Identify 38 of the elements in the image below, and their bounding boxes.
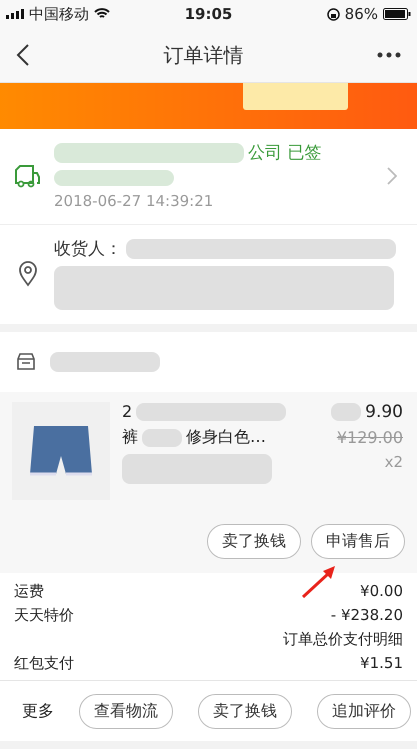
- fee-value: ¥1.51: [360, 653, 403, 674]
- fee-value: - ¥238.20: [330, 605, 403, 626]
- action-button[interactable]: 追加评价: [317, 694, 411, 728]
- annotation-arrow: [301, 565, 337, 599]
- back-icon[interactable]: [16, 43, 30, 67]
- wifi-icon: [94, 8, 110, 20]
- store-icon: [16, 353, 36, 371]
- more-icon[interactable]: [377, 52, 401, 58]
- action-button[interactable]: 查看物流: [79, 694, 173, 728]
- product-title: 裤: [122, 427, 138, 448]
- original-price: ¥129.00: [336, 428, 403, 447]
- clock-time: 19:05: [184, 5, 232, 23]
- more-link[interactable]: 更多: [22, 700, 54, 722]
- recipient-label: 收货人：: [54, 238, 122, 260]
- battery-percent: 86%: [344, 5, 378, 23]
- product-quantity: x2: [384, 453, 403, 471]
- signal-icon: [6, 9, 24, 19]
- action-button[interactable]: 申请售后: [311, 524, 405, 559]
- action-button[interactable]: 卖了换钱: [198, 694, 292, 728]
- product-title: 修身白色…: [186, 427, 266, 448]
- action-button[interactable]: 卖了换钱: [207, 524, 301, 559]
- logistics-time: 2018-06-27 14:39:21: [54, 192, 214, 210]
- fee-label: 红包支付: [14, 653, 74, 674]
- redaction-blur: [331, 403, 362, 421]
- rotation-lock-icon: [326, 8, 340, 20]
- carrier-name: 中国移动: [29, 4, 89, 24]
- logistics-status: 公司 已签: [248, 142, 322, 164]
- product-title: 2: [122, 402, 132, 421]
- page-title: 订单详情: [164, 42, 244, 68]
- redaction-blur: [142, 428, 182, 446]
- payment-details-link[interactable]: 订单总价支付明细: [283, 627, 403, 651]
- product-price: 9.90: [365, 402, 403, 422]
- fee-label: 运费: [14, 581, 44, 602]
- location-pin-icon: [18, 260, 38, 286]
- truck-icon: [14, 164, 40, 188]
- battery-icon: [383, 8, 411, 20]
- fee-label: 天天特价: [14, 605, 74, 626]
- fee-value: ¥0.00: [360, 581, 403, 602]
